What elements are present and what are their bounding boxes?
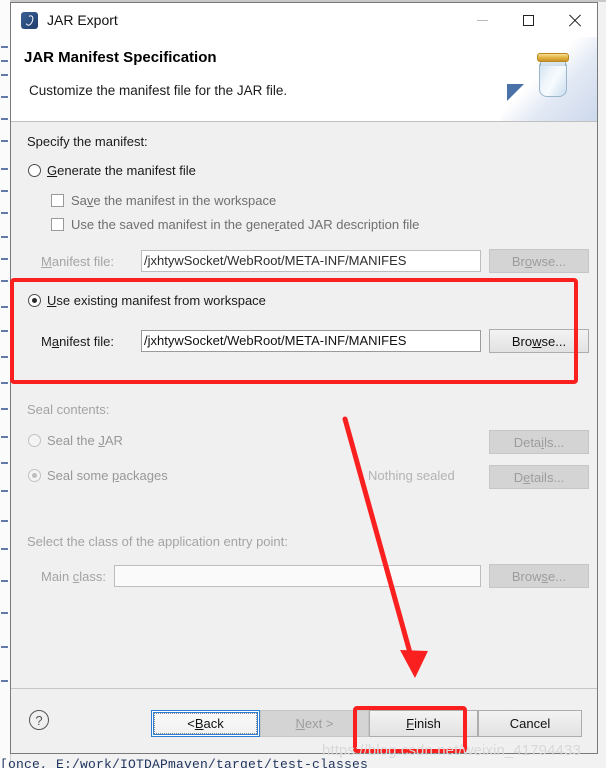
radio-generate-manifest-label-rest: enerate the manifest file: [57, 163, 196, 178]
jar-illustration: [501, 37, 597, 121]
browse-button-main-class[interactable]: Brow s e...: [489, 564, 589, 588]
nothing-sealed-label: Nothing sealed: [368, 468, 455, 483]
dialog-title: JAR Export: [47, 12, 118, 28]
jar-export-icon: [21, 11, 38, 29]
maximize-button[interactable]: [505, 3, 551, 37]
details-button-seal-jar[interactable]: Deta i ls...: [489, 430, 589, 454]
dialog-body: Specify the manifest: Generate the manif…: [11, 122, 597, 688]
back-button[interactable]: < Back: [151, 710, 260, 737]
details-button-seal-packages[interactable]: De tails...: [489, 465, 589, 489]
close-button[interactable]: [551, 3, 597, 37]
minimize-icon: [476, 19, 488, 21]
radio-seal-the-jar-label: Seal the JAR: [47, 433, 123, 448]
dialog-header: JAR Manifest Specification Customize the…: [11, 37, 597, 122]
watermark-text: https://blog.csdn.net/weixin_41794433: [322, 742, 581, 759]
radio-use-existing-manifest[interactable]: [28, 294, 41, 307]
specify-manifest-label: Specify the manifest:: [27, 134, 148, 149]
seal-contents-label: Seal contents:: [27, 402, 110, 417]
radio-generate-manifest[interactable]: [28, 164, 41, 177]
manifest-file-input-generate[interactable]: /jxhtywSocket/WebRoot/META-INF/MANIFES: [141, 250, 481, 272]
jar-export-dialog: JAR Export JAR Manifest Specification Cu…: [10, 2, 598, 754]
minimize-button[interactable]: [459, 3, 505, 37]
finish-button[interactable]: Finish: [369, 710, 478, 737]
help-icon[interactable]: ?: [29, 710, 49, 730]
radio-seal-some-packages[interactable]: [28, 469, 41, 482]
browse-button-generate[interactable]: Br o wse...: [489, 249, 589, 273]
main-class-label: Main class:: [41, 569, 107, 584]
focus-ring: [154, 713, 257, 734]
entry-point-label: Select the class of the application entr…: [27, 534, 288, 549]
manifest-file-label-existing: Manifest file:: [41, 334, 114, 349]
page-title: JAR Manifest Specification: [24, 49, 217, 66]
manifest-file-label-generate: Manifest file:: [41, 254, 114, 269]
next-button[interactable]: Next >: [260, 710, 369, 737]
window-controls: [459, 3, 597, 37]
radio-seal-some-packages-label: Seal some packages: [47, 468, 168, 483]
dialog-titlebar: JAR Export: [11, 3, 597, 37]
cancel-button[interactable]: Cancel: [478, 710, 582, 737]
close-icon: [568, 14, 581, 27]
jar-icon: [535, 53, 571, 97]
checkbox-use-saved-manifest-label: Use the saved manifest in the generated …: [71, 217, 420, 232]
main-class-input[interactable]: [114, 565, 481, 587]
manifest-file-input-existing[interactable]: /jxhtywSocket/WebRoot/META-INF/MANIFES: [141, 330, 481, 352]
maximize-icon: [522, 14, 534, 26]
radio-generate-manifest-label: Generate the manifest file: [47, 163, 196, 178]
radio-seal-the-jar[interactable]: [28, 434, 41, 447]
checkbox-save-manifest-workspace[interactable]: [51, 194, 64, 207]
browse-button-existing[interactable]: Bro w se...: [489, 329, 589, 353]
checkbox-use-saved-manifest[interactable]: [51, 218, 64, 231]
radio-use-existing-manifest-label: Use existing manifest from workspace: [47, 293, 266, 308]
blue-arrow-icon: [507, 84, 524, 101]
checkbox-save-manifest-workspace-label: Save the manifest in the workspace: [71, 193, 277, 208]
page-subtitle: Customize the manifest file for the JAR …: [29, 83, 288, 98]
